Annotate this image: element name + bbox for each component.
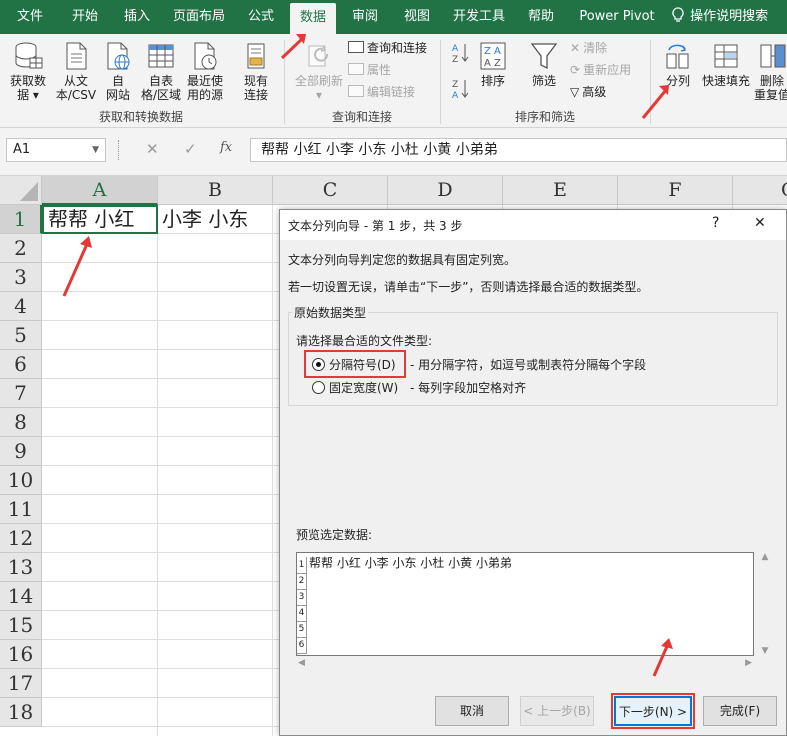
annotation-arrows	[62, 34, 673, 677]
arrow-to-cell-a1	[62, 236, 92, 297]
arrow-to-next-button	[652, 638, 673, 677]
arrow-to-data-tab	[280, 34, 306, 60]
arrow-to-text-to-columns	[641, 85, 669, 119]
